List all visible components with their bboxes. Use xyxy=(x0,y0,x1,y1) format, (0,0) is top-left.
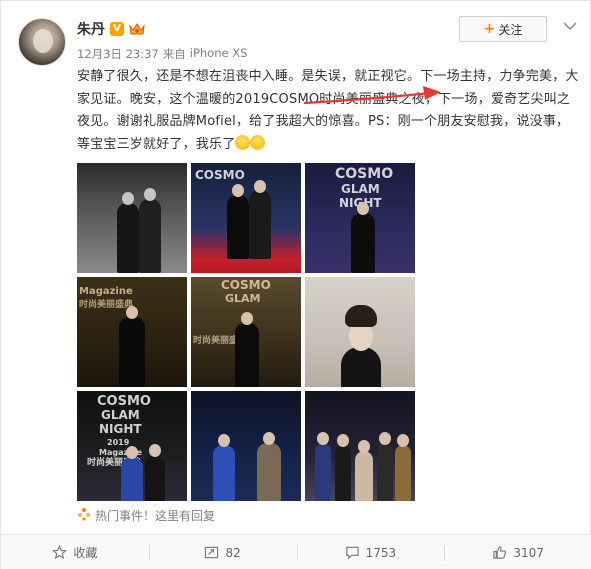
hot-topic-text: 热门事件！这里有回复 xyxy=(95,509,216,523)
author-row: 朱丹 V xyxy=(77,19,145,39)
thumbs-up-icon xyxy=(492,545,507,560)
like-button[interactable]: 3107 xyxy=(444,535,591,569)
photo-brand-text: NIGHT xyxy=(99,422,142,436)
photo-thumbnail[interactable] xyxy=(305,277,415,387)
post-time[interactable]: 12月3日 23:37 xyxy=(77,46,159,62)
photo-thumbnail[interactable] xyxy=(77,163,187,273)
photo-brand-text: COSMO xyxy=(221,278,271,292)
photo-thumbnail[interactable]: COSMO xyxy=(191,163,301,273)
post-body: 安静了很久，还是不想在沮丧中入睡。是失误，就正视它。下一场主持，力争完美，大家见… xyxy=(77,69,579,152)
laugh-cry-emoji-icon xyxy=(250,134,266,150)
post-text: 安静了很久，还是不想在沮丧中入睡。是失误，就正视它。下一场主持，力争完美，大家见… xyxy=(77,66,579,156)
comment-count: 1753 xyxy=(365,545,397,560)
photo-brand-text: GLAM xyxy=(225,292,261,305)
photo-thumbnail[interactable] xyxy=(191,391,301,501)
photo-brand-text: 2019 xyxy=(107,438,130,447)
photo-thumbnail[interactable] xyxy=(305,391,415,501)
star-icon xyxy=(52,545,68,560)
favorite-button[interactable]: 收藏 xyxy=(1,535,149,569)
repost-button[interactable]: 82 xyxy=(148,535,297,569)
comment-icon xyxy=(345,545,360,560)
favorite-label: 收藏 xyxy=(73,546,98,560)
crown-icon[interactable] xyxy=(129,22,145,36)
action-bar: 收藏 82 1753 3107 xyxy=(1,534,591,569)
photo-thumbnail[interactable]: COSMO GLAM NIGHT xyxy=(305,163,415,273)
weibo-post-card: 朱丹 V 12月3日 23:37 来自 iPhone XS + 关注 安静了很久… xyxy=(0,0,591,569)
photo-brand-text: GLAM xyxy=(341,182,380,196)
username[interactable]: 朱丹 xyxy=(77,19,105,39)
vip-badge-icon[interactable]: V xyxy=(110,22,124,36)
post-source: iPhone XS xyxy=(189,46,248,60)
laugh-cry-emoji-icon xyxy=(235,134,251,150)
photo-thumbnail[interactable]: COSMO GLAM NIGHT 2019 Magazine 时尚美丽盛典 xyxy=(77,391,187,501)
photo-brand-text: COSMO xyxy=(97,394,151,409)
plus-icon: + xyxy=(483,21,496,37)
chevron-down-icon[interactable] xyxy=(563,16,577,31)
photo-grid: COSMO COSMO GLAM NIGHT Magazine 时尚美丽盛典 C… xyxy=(77,163,417,501)
source-prefix: 来自 xyxy=(162,47,186,61)
avatar[interactable] xyxy=(18,18,66,66)
photo-thumbnail[interactable]: Magazine 时尚美丽盛典 xyxy=(77,277,187,387)
follow-button[interactable]: + 关注 xyxy=(459,16,547,42)
photo-brand-text: COSMO xyxy=(195,168,245,182)
photo-brand-text: GLAM xyxy=(101,408,140,422)
follow-label: 关注 xyxy=(498,22,523,37)
photo-brand-text: COSMO xyxy=(335,166,394,182)
post-meta: 12月3日 23:37 来自 iPhone XS xyxy=(77,46,247,62)
repost-count: 82 xyxy=(225,545,241,560)
comment-button[interactable]: 1753 xyxy=(296,535,445,569)
photo-brand-text: Magazine xyxy=(79,286,133,297)
hot-topic-row[interactable]: 热门事件！这里有回复 xyxy=(77,507,215,524)
hot-topic-icon xyxy=(77,507,91,524)
photo-thumbnail[interactable]: COSMO GLAM 时尚美丽盛典 xyxy=(191,277,301,387)
like-count: 3107 xyxy=(513,545,544,560)
photo-brand-text: 时尚美丽盛典 xyxy=(79,300,134,310)
repost-icon xyxy=(204,545,219,560)
